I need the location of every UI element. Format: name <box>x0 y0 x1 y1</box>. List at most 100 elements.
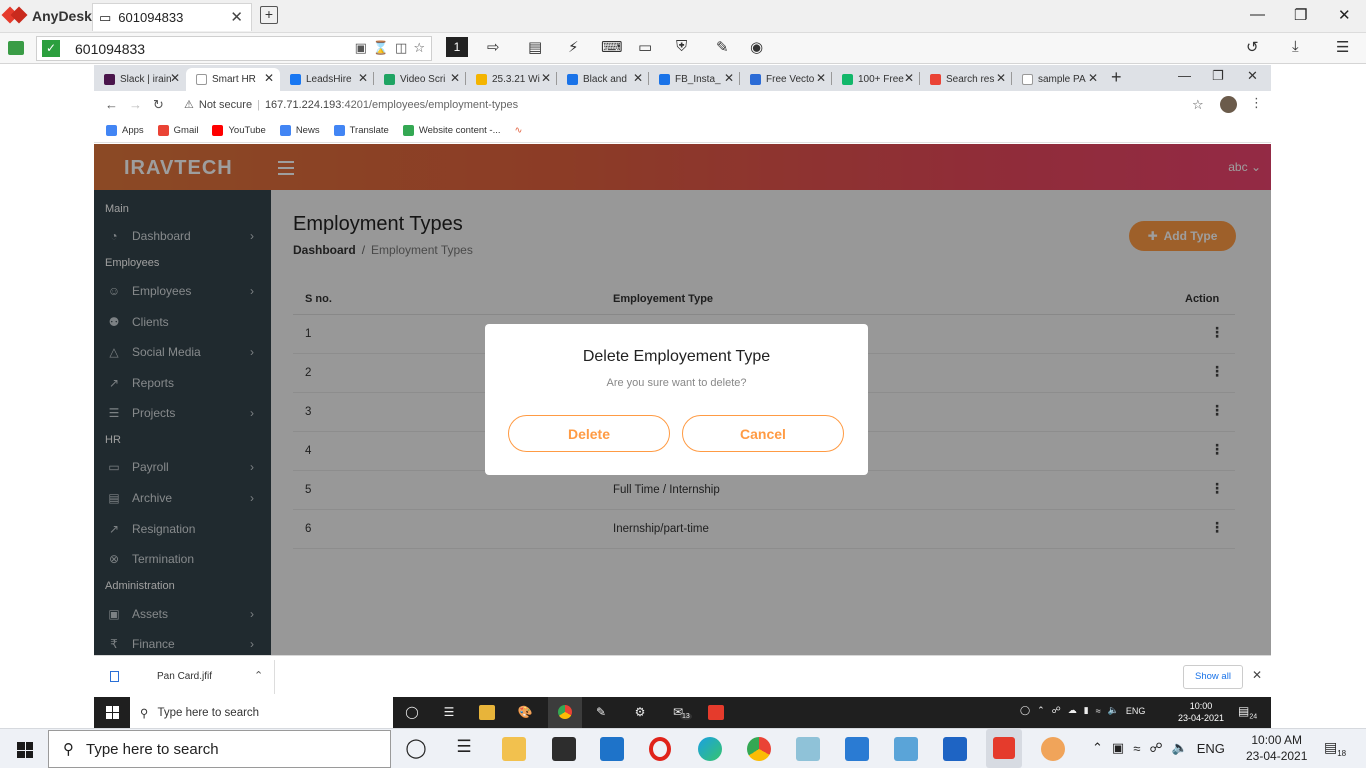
back-icon[interactable]: ← <box>105 97 118 112</box>
browser-tab[interactable]: Search res ✕ <box>920 68 1012 91</box>
remote-desktop-icon[interactable] <box>943 737 967 761</box>
paint-local-icon[interactable] <box>1041 737 1065 761</box>
close-tab-icon[interactable]: ✕ <box>230 8 243 26</box>
chrome-maximize-icon[interactable]: ❐ <box>1212 68 1224 84</box>
bookmark-item[interactable]: Translate <box>333 125 389 136</box>
download-icon[interactable]: ⤓ <box>1292 38 1299 55</box>
browser-tab[interactable]: Slack | irain ✕ <box>94 68 186 91</box>
bookmark-item[interactable]: News <box>279 125 320 136</box>
remote-start-icon[interactable] <box>106 706 119 719</box>
chrome-local-icon[interactable] <box>747 737 771 761</box>
cortana-circle-icon[interactable]: ◯ <box>404 737 428 761</box>
show-all-button[interactable]: Show all <box>1183 665 1243 689</box>
local-clock[interactable]: 10:00 AM 23-04-2021 <box>1246 732 1307 764</box>
store-icon[interactable] <box>552 737 576 761</box>
file-transfer-icon[interactable]: ⇨ <box>487 38 500 56</box>
notepad-local-icon[interactable] <box>796 737 820 761</box>
control-panel-icon[interactable] <box>894 737 918 761</box>
remote-lang[interactable]: ENG <box>1126 706 1146 716</box>
local-tray-network-icon[interactable]: ☍ <box>1149 740 1162 756</box>
permissions-shield-icon[interactable]: ⛨ <box>676 38 687 55</box>
whiteboard-pen-icon[interactable]: ✎ <box>716 38 729 56</box>
browser-tab[interactable]: Video Scri ✕ <box>374 68 466 91</box>
tab-close-icon[interactable]: ✕ <box>450 71 460 85</box>
browser-tab[interactable]: Smart HR ✕ <box>186 68 280 91</box>
forward-icon[interactable]: → <box>129 97 142 112</box>
tab-close-icon[interactable]: ✕ <box>358 71 368 85</box>
edge-icon[interactable] <box>698 737 722 761</box>
browser-tab[interactable]: 100+ Free ✕ <box>832 68 920 91</box>
cortana-icon[interactable]: ◯ <box>404 705 420 720</box>
modal-backdrop[interactable]: Delete Employement Type Are you sure wan… <box>94 144 1271 655</box>
mail-local-icon[interactable] <box>600 737 624 761</box>
chrome-menu-icon[interactable]: ⋮ <box>1250 95 1263 111</box>
tray-network-icon[interactable]: ☍ <box>1052 705 1061 716</box>
paint-icon[interactable]: 🎨 <box>517 705 533 720</box>
tray-app-icon[interactable]: ◯ <box>1020 705 1030 716</box>
monitor-select-button[interactable]: 1 <box>446 37 468 57</box>
url-bar[interactable]: ⚠ Not secure | 167.71.224.193:4201/emplo… <box>184 98 518 112</box>
bookmark-item[interactable]: Website content -... <box>402 125 501 136</box>
download-item[interactable]: Pan Card.jfif <box>110 671 212 682</box>
browser-tab[interactable]: sample PA ✕ <box>1012 68 1104 91</box>
tab-close-icon[interactable]: ✕ <box>633 71 643 85</box>
new-tab-button[interactable]: + <box>260 6 278 24</box>
history-icon[interactable]: ↺ <box>1246 38 1259 56</box>
tray-onedrive-icon[interactable]: ☁ <box>1068 705 1077 716</box>
actions-bolt-icon[interactable]: ⚡ <box>568 38 579 56</box>
task-view-icon[interactable]: ☰ <box>441 705 457 720</box>
close-shelf-icon[interactable]: ✕ <box>1252 668 1262 682</box>
chat-icon[interactable]: ▤ <box>528 38 542 56</box>
disk-icon[interactable]: ◫ <box>395 40 407 56</box>
bookmark-app-icon[interactable]: ∿ <box>515 125 523 136</box>
local-tray-volume-icon[interactable]: 🔈 <box>1172 740 1188 756</box>
cancel-button[interactable]: Cancel <box>682 415 844 452</box>
profile-avatar[interactable] <box>1220 96 1237 113</box>
bookmark-item[interactable]: YouTube <box>212 125 266 136</box>
chevron-up-icon[interactable]: ⌃ <box>254 669 263 682</box>
browser-tab[interactable]: FB_Insta_ ✕ <box>649 68 740 91</box>
opera-icon[interactable] <box>649 737 671 761</box>
keyboard-icon[interactable]: ⌨ <box>601 38 623 56</box>
tray-battery-icon[interactable]: ▮ <box>1084 705 1089 716</box>
local-notifications-icon[interactable]: ▤18 <box>1324 739 1346 758</box>
bookmark-item[interactable]: Apps <box>106 125 144 136</box>
tab-close-icon[interactable]: ✕ <box>724 71 734 85</box>
tab-close-icon[interactable]: ✕ <box>816 71 826 85</box>
tray-chevron-icon[interactable]: ⌃ <box>1037 705 1045 716</box>
tab-close-icon[interactable]: ✕ <box>904 71 914 85</box>
start-icon[interactable] <box>17 742 33 758</box>
tab-close-icon[interactable]: ✕ <box>1088 71 1098 85</box>
bookmark-item[interactable]: Gmail <box>157 125 198 136</box>
close-window-icon[interactable]: ✕ <box>1338 6 1351 24</box>
local-search-box[interactable]: ⚲ Type here to search <box>48 730 391 768</box>
browser-tab[interactable]: Black and ✕ <box>557 68 649 91</box>
screen-off-icon[interactable]: ▣ <box>355 40 367 56</box>
task-view-icon-local[interactable]: ☰ <box>452 737 476 761</box>
restore-icon[interactable]: ❐ <box>1294 6 1307 24</box>
browser-tab[interactable]: 25.3.21 Wi ✕ <box>466 68 557 91</box>
tab-close-icon[interactable]: ✕ <box>996 71 1006 85</box>
local-tray-chevron-icon[interactable]: ⌃ <box>1092 740 1103 756</box>
remote-notifications-icon[interactable]: ▤24 <box>1238 704 1257 720</box>
browser-tab[interactable]: Free Vecto ✕ <box>740 68 832 91</box>
notepad-icon[interactable]: ✎ <box>593 705 609 720</box>
settings-gear-icon[interactable]: ⚙ <box>632 705 648 720</box>
local-tray-display-icon[interactable]: ▣ <box>1112 740 1124 756</box>
local-tray-wifi-icon[interactable]: ≈ <box>1133 741 1140 756</box>
chrome-close-icon[interactable]: ✕ <box>1247 68 1258 84</box>
display-icon[interactable]: ▭ <box>638 38 652 56</box>
anydesk-local-icon[interactable] <box>986 729 1022 768</box>
browser-tab[interactable]: LeadsHire ✕ <box>280 68 374 91</box>
bookmark-star-icon[interactable]: ☆ <box>1192 97 1204 113</box>
local-lang[interactable]: ENG <box>1197 741 1225 756</box>
anydesk-session-tab[interactable]: ▭ 601094833 ✕ <box>92 3 252 31</box>
file-explorer-local-icon[interactable] <box>502 737 526 761</box>
tab-close-icon[interactable]: ✕ <box>170 71 180 85</box>
tab-close-icon[interactable]: ✕ <box>264 71 274 85</box>
remote-clock[interactable]: 10:00 23-04-2021 <box>1178 700 1224 724</box>
minimize-icon[interactable]: — <box>1250 6 1265 23</box>
anydesk-taskbar-icon[interactable] <box>708 705 724 720</box>
new-tab-plus-icon[interactable]: + <box>1111 67 1122 88</box>
record-icon[interactable]: ◉ <box>750 38 763 56</box>
